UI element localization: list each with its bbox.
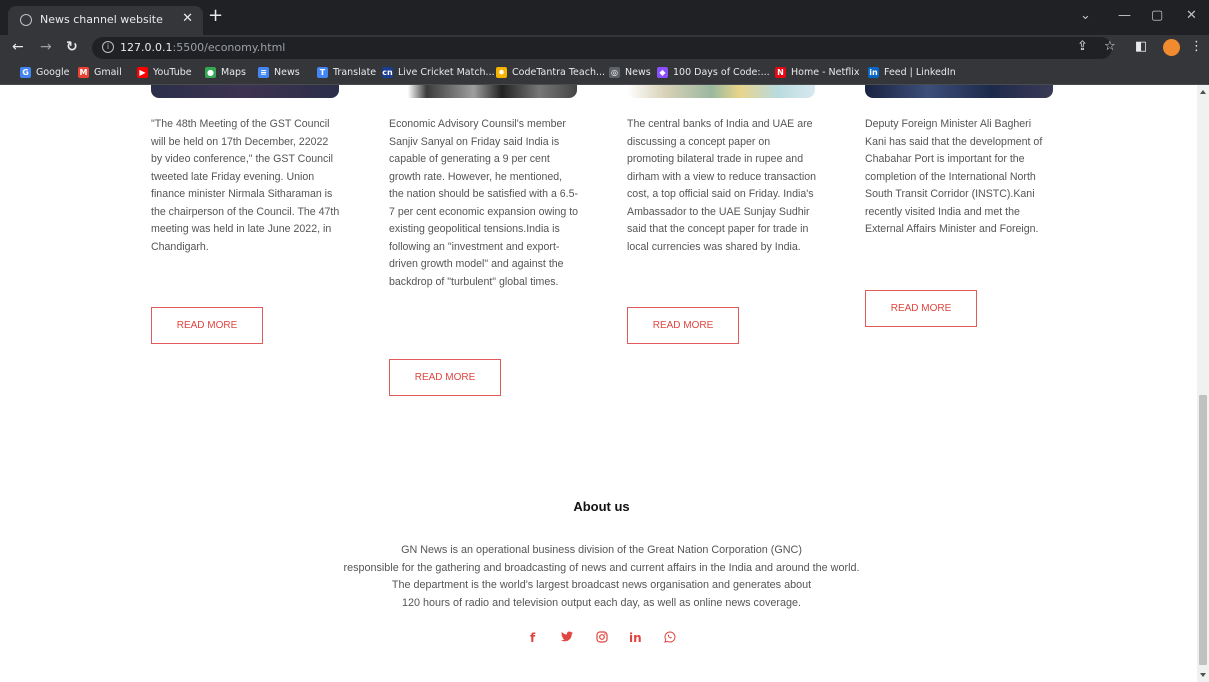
scroll-thumb[interactable] <box>1199 395 1207 665</box>
cricket-icon: cn <box>382 67 393 78</box>
minimize-icon[interactable]: — <box>1118 8 1131 23</box>
globe-icon: ◎ <box>609 67 620 78</box>
article-image <box>627 85 815 98</box>
article-image <box>389 85 577 98</box>
codetantra-icon: ✸ <box>496 67 507 78</box>
bookmark-item[interactable]: in Feed | LinkedIn <box>868 67 956 78</box>
bookmark-item[interactable]: ▶ YouTube <box>137 67 192 78</box>
browser-toolbar: ← → ↻ i 127.0.0.1:5500/economy.html ⇪ ☆ … <box>0 35 1209 61</box>
url-text: 127.0.0.1:5500/economy.html <box>120 41 286 54</box>
address-bar[interactable]: i 127.0.0.1:5500/economy.html <box>92 37 1112 59</box>
about-us-text: GN News is an operational business divis… <box>0 542 1197 612</box>
article-summary: The central banks of India and UAE are d… <box>627 118 817 253</box>
bookmark-item[interactable]: cn Live Cricket Match... <box>382 67 495 78</box>
google-icon: G <box>20 67 31 78</box>
close-tab-icon[interactable]: ✕ <box>182 11 193 26</box>
page-viewport: "The 48th Meeting of the GST Council wil… <box>0 85 1197 682</box>
bookmark-label: CodeTantra Teach... <box>512 67 606 78</box>
read-more-button[interactable]: READ MORE <box>151 307 263 344</box>
read-more-button[interactable]: READ MORE <box>865 290 977 327</box>
tab-title: News channel website <box>40 13 163 26</box>
about-line: responsible for the gathering and broadc… <box>343 561 860 574</box>
maps-icon: ● <box>205 67 216 78</box>
browser-tab[interactable]: News channel website ✕ <box>8 6 203 35</box>
replit-icon: ◆ <box>657 67 668 78</box>
page-scrollbar[interactable] <box>1197 85 1209 682</box>
about-line: The department is the world's largest br… <box>391 579 812 591</box>
bookmark-label: Gmail <box>94 67 122 78</box>
linkedin-icon[interactable]: in <box>629 631 642 645</box>
new-tab-button[interactable]: + <box>208 7 223 25</box>
bookmark-label: Maps <box>221 67 246 78</box>
whatsapp-icon[interactable] <box>664 631 676 646</box>
bookmark-label: News <box>274 67 300 78</box>
bookmark-label: Live Cricket Match... <box>398 67 495 78</box>
tab-strip: News channel website ✕ + ⌄ — ▢ ✕ <box>0 0 1209 35</box>
bookmark-item[interactable]: G Google <box>20 67 70 78</box>
bookmark-item[interactable]: ● Maps <box>205 67 246 78</box>
netflix-icon: N <box>775 67 786 78</box>
bookmark-label: 100 Days of Code:... <box>673 67 770 78</box>
read-more-button[interactable]: READ MORE <box>389 359 501 396</box>
share-icon[interactable]: ⇪ <box>1077 39 1088 54</box>
translate-icon: T <box>317 67 328 78</box>
read-more-button[interactable]: READ MORE <box>627 307 739 344</box>
bookmark-item[interactable]: M Gmail <box>78 67 122 78</box>
instagram-icon[interactable] <box>596 631 608 646</box>
scroll-down-arrow-icon[interactable] <box>1200 673 1206 677</box>
article-image <box>865 85 1053 98</box>
about-us-heading: About us <box>573 499 630 514</box>
profile-avatar[interactable] <box>1163 39 1180 56</box>
twitter-icon[interactable] <box>561 631 573 645</box>
bookmark-item[interactable]: ≡ News <box>258 67 300 78</box>
about-line: 120 hours of radio and television output… <box>402 596 801 609</box>
article-image <box>151 85 339 98</box>
menu-icon[interactable]: ⋮ <box>1190 39 1203 54</box>
bookmark-label: Google <box>36 67 70 78</box>
bookmark-item[interactable]: T Translate <box>317 67 376 78</box>
restore-icon[interactable]: ▢ <box>1151 8 1163 23</box>
back-icon[interactable]: ← <box>12 39 24 55</box>
article-summary: "The 48th Meeting of the GST Council wil… <box>151 118 340 253</box>
bookmark-label: YouTube <box>153 67 192 78</box>
article-summary: Deputy Foreign Minister Ali Bagheri Kani… <box>865 118 1043 235</box>
bookmark-label: News <box>625 67 651 78</box>
reload-icon[interactable]: ↻ <box>66 39 78 55</box>
bookmarks-bar: G Google M Gmail ▶ YouTube ● Maps ≡ News T Translat… <box>0 61 1209 85</box>
bookmark-label: Home - Netflix <box>791 67 860 78</box>
close-window-icon[interactable]: ✕ <box>1186 8 1197 23</box>
linkedin-icon: in <box>868 67 879 78</box>
bookmark-item[interactable]: ◎ News <box>609 67 651 78</box>
gmail-icon: M <box>78 67 89 78</box>
side-panel-icon[interactable]: ◧ <box>1135 39 1147 54</box>
bookmark-item[interactable]: N Home - Netflix <box>775 67 859 78</box>
bookmark-item[interactable]: ◆ 100 Days of Code:... <box>657 67 770 78</box>
globe-icon <box>20 14 32 26</box>
facebook-icon[interactable]: f <box>530 631 535 645</box>
tab-search-icon[interactable]: ⌄ <box>1080 8 1091 23</box>
article-summary: Economic Advisory Counsil's member Sanji… <box>389 118 579 288</box>
info-icon[interactable]: i <box>102 41 114 53</box>
google-news-icon: ≡ <box>258 67 269 78</box>
bookmark-item[interactable]: ✸ CodeTantra Teach... <box>496 67 605 78</box>
scroll-up-arrow-icon[interactable] <box>1200 90 1206 94</box>
bookmark-label: Feed | LinkedIn <box>884 67 956 78</box>
youtube-icon: ▶ <box>137 67 148 78</box>
forward-icon[interactable]: → <box>40 39 52 55</box>
bookmark-star-icon[interactable]: ☆ <box>1104 39 1116 54</box>
about-line: GN News is an operational business divis… <box>401 544 802 556</box>
bookmark-label: Translate <box>333 67 377 78</box>
